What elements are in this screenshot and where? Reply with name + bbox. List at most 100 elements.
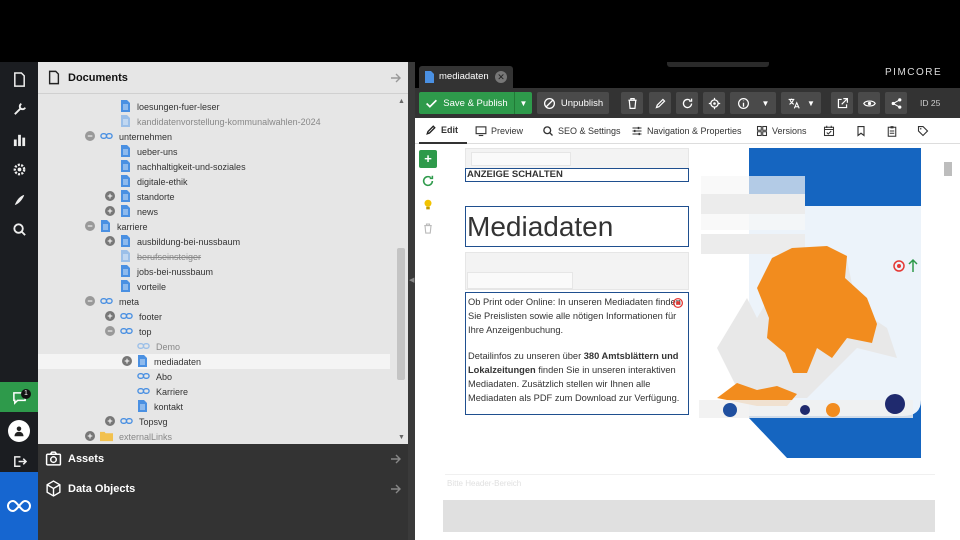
tree-item[interactable]: − top xyxy=(38,324,390,339)
tag-icon xyxy=(917,125,929,137)
tree-item[interactable]: + footer xyxy=(38,309,390,324)
user-avatar[interactable] xyxy=(0,416,38,446)
tab-seo-settings[interactable]: SEO & Settings xyxy=(542,118,621,144)
tab-schedule[interactable] xyxy=(823,118,839,144)
translate-dropdown[interactable]: ▼ xyxy=(781,92,821,114)
unpublish-button[interactable]: Unpublish xyxy=(537,92,609,114)
tree-item-label: kandidatenvorstellung-kommunalwahlen-202… xyxy=(137,116,321,127)
scroll-up-icon[interactable]: ▲ xyxy=(398,98,405,105)
lightbulb-icon[interactable] xyxy=(421,198,435,212)
tab-preview[interactable]: Preview xyxy=(475,118,523,144)
panel-splitter[interactable]: ◀ xyxy=(408,62,415,540)
placeholder-select[interactable] xyxy=(467,272,573,289)
tree-item[interactable]: jobs-bei-nussbaum xyxy=(38,264,390,279)
info-dropdown[interactable]: ▼ xyxy=(730,92,776,114)
tree-item[interactable]: loesungen-fuer-leser xyxy=(38,99,390,114)
tree-item[interactable]: − meta xyxy=(38,294,390,309)
document-id: ID 25 xyxy=(920,98,941,108)
tree-item[interactable]: − karriere xyxy=(38,219,390,234)
documents-icon[interactable] xyxy=(0,64,38,94)
tree-item-label: standorte xyxy=(137,191,175,202)
tab-preview-label: Preview xyxy=(491,126,524,136)
map-graphic[interactable] xyxy=(697,148,921,458)
documents-header[interactable]: Documents xyxy=(38,62,408,94)
collapse-icon[interactable]: − xyxy=(85,221,95,231)
tab-notes[interactable] xyxy=(886,118,902,144)
feather-icon[interactable] xyxy=(0,184,38,214)
refresh-icon[interactable] xyxy=(421,174,435,188)
gear-icon[interactable] xyxy=(0,154,38,184)
link-icon xyxy=(120,327,133,335)
tab-versions[interactable]: Versions xyxy=(756,118,807,144)
tree-scrollbar[interactable] xyxy=(397,248,405,380)
tree-item[interactable]: − unternehmen xyxy=(38,129,390,144)
reload-button[interactable] xyxy=(676,92,698,114)
collapse-icon[interactable]: − xyxy=(85,296,95,306)
arrow-right-icon[interactable] xyxy=(390,453,402,465)
data-objects-panel-header[interactable]: Data Objects xyxy=(38,474,408,504)
tree-item[interactable]: Karriere xyxy=(38,384,390,399)
tree-item[interactable]: + externalLinks xyxy=(38,429,390,444)
expand-icon[interactable]: + xyxy=(105,236,115,246)
expand-icon[interactable]: + xyxy=(105,416,115,426)
tree-item[interactable]: + news xyxy=(38,204,390,219)
tab-versions-label: Versions xyxy=(772,126,807,136)
tree-item[interactable]: Demo xyxy=(38,339,390,354)
tree-item[interactable]: vorteile xyxy=(38,279,390,294)
target-icon[interactable] xyxy=(671,296,685,310)
tree-item[interactable]: berufseinsteiger xyxy=(38,249,390,264)
placeholder-input[interactable] xyxy=(471,152,571,166)
tree-item[interactable]: digitale-ethik xyxy=(38,174,390,189)
paragraph-2-part1: Detailinfos zu unseren über xyxy=(468,351,584,361)
tree-item[interactable]: + ausbildung-bei-nussbaum xyxy=(38,234,390,249)
caret-down-icon: ▼ xyxy=(761,98,770,108)
search-icon[interactable] xyxy=(0,214,38,244)
tree-item[interactable]: kandidatenvorstellung-kommunalwahlen-202… xyxy=(38,114,390,129)
drag-handle[interactable] xyxy=(667,62,769,67)
add-block-button[interactable]: + xyxy=(419,150,437,168)
tab-mediadaten[interactable]: mediadaten ✕ xyxy=(419,66,513,88)
kicker-editable[interactable]: ANZEIGE SCHALTEN xyxy=(465,168,689,182)
tree-item[interactable]: + standorte xyxy=(38,189,390,204)
text-editable[interactable]: Ob Print oder Online: In unseren Mediada… xyxy=(465,292,689,415)
open-external-button[interactable] xyxy=(831,92,853,114)
tree-item[interactable]: ueber-uns xyxy=(38,144,390,159)
tab-edit[interactable]: Edit xyxy=(419,118,467,144)
close-icon[interactable]: ✕ xyxy=(495,71,507,83)
tab-navigation-properties[interactable]: Navigation & Properties xyxy=(631,118,742,144)
trash-icon[interactable] xyxy=(422,222,434,235)
locate-in-tree-button[interactable] xyxy=(703,92,725,114)
save-options-dropdown[interactable]: ▼ xyxy=(514,92,532,114)
collapse-icon[interactable]: − xyxy=(85,131,95,141)
tree-item[interactable]: + mediadaten xyxy=(38,354,390,369)
preview-eye-button[interactable] xyxy=(858,92,880,114)
editor-scrollbar[interactable] xyxy=(944,162,952,176)
collapse-icon[interactable]: − xyxy=(105,326,115,336)
expand-icon[interactable]: + xyxy=(85,431,95,441)
arrow-right-icon[interactable] xyxy=(390,72,402,84)
expand-icon[interactable]: + xyxy=(105,311,115,321)
chat-button[interactable]: 1 xyxy=(0,382,38,412)
assets-panel-header[interactable]: Assets xyxy=(38,444,408,474)
tree-item[interactable]: Abo xyxy=(38,369,390,384)
wrench-icon[interactable] xyxy=(0,94,38,124)
arrow-right-icon[interactable] xyxy=(390,483,402,495)
expand-icon[interactable]: + xyxy=(122,356,132,366)
tab-tags[interactable] xyxy=(917,118,933,144)
scroll-down-icon[interactable]: ▼ xyxy=(398,434,405,441)
rename-button[interactable] xyxy=(649,92,671,114)
tree-item-label: jobs-bei-nussbaum xyxy=(137,266,214,277)
assets-label: Assets xyxy=(68,453,105,465)
tree-item[interactable]: nachhaltigkeit-und-soziales xyxy=(38,159,390,174)
tree-item[interactable]: kontakt xyxy=(38,399,390,414)
tree-item[interactable]: + Topsvg xyxy=(38,414,390,429)
chart-icon[interactable] xyxy=(0,124,38,154)
share-button[interactable] xyxy=(885,92,907,114)
expand-icon[interactable]: + xyxy=(105,206,115,216)
expand-icon[interactable]: + xyxy=(105,191,115,201)
save-publish-button[interactable]: Save & Publish xyxy=(419,92,514,114)
tab-bookmark[interactable] xyxy=(855,118,871,144)
footer-area-placeholder[interactable] xyxy=(443,500,935,532)
delete-button[interactable] xyxy=(621,92,643,114)
headline-editable[interactable]: Mediadaten xyxy=(465,206,689,247)
